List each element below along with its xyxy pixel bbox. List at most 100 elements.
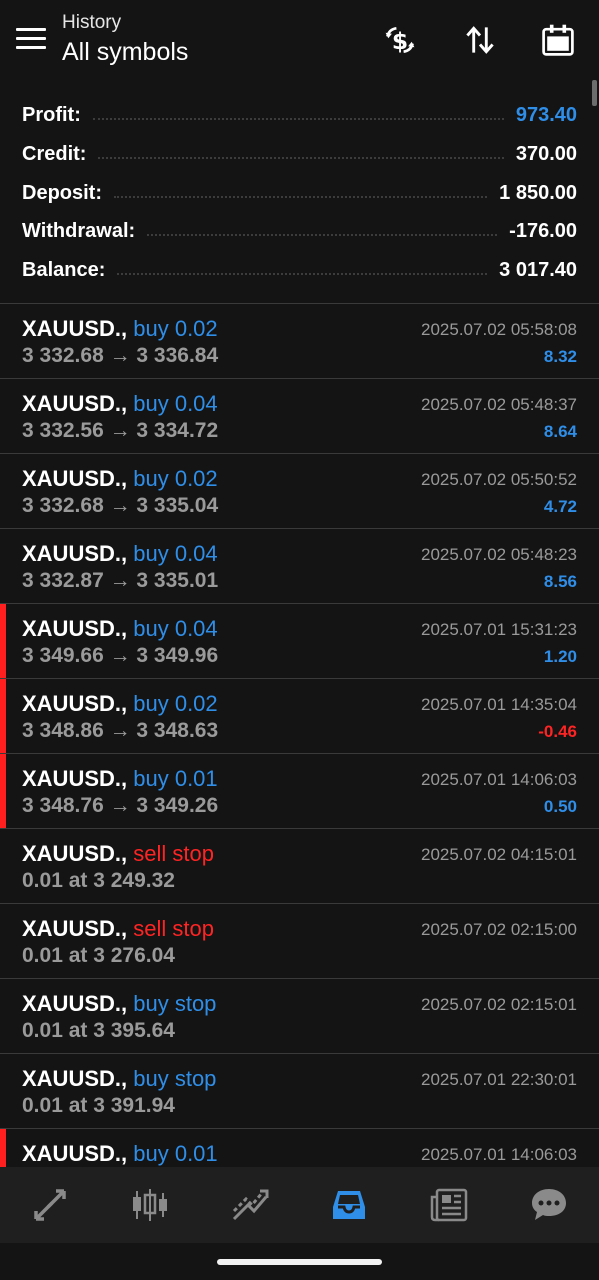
profit-value: 0.50 <box>543 797 577 816</box>
history-row[interactable]: XAUUSD., buy 0.02 3 332.68 → 3 335.04 2025… <box>0 454 599 529</box>
symbol-name: XAUUSD., <box>22 841 128 866</box>
symbol-name: XAUUSD., <box>22 991 128 1016</box>
row-title: XAUUSD., buy stop <box>22 1066 216 1092</box>
dotted-leader <box>92 118 504 120</box>
row-title: XAUUSD., buy 0.02 <box>22 316 218 342</box>
history-row[interactable]: XAUUSD., buy stop 0.01 at 3 391.94 2025.07… <box>0 1054 599 1129</box>
row-title: XAUUSD., buy 0.02 <box>22 466 218 492</box>
loss-marker <box>0 754 6 828</box>
symbol-name: XAUUSD., <box>22 391 128 416</box>
timestamp: 2025.07.01 15:31:23 <box>421 620 577 639</box>
timestamp: 2025.07.01 22:30:01 <box>421 1070 577 1089</box>
price-info: 3 332.87 → 3 335.01 <box>22 569 219 592</box>
order-type: buy 0.04 <box>133 391 218 416</box>
loss-marker <box>0 604 6 678</box>
price-info: 3 332.68 → 3 336.84 <box>22 344 219 367</box>
order-type: sell stop <box>133 916 214 941</box>
price-info: 0.01 at 3 391.94 <box>22 1094 175 1117</box>
loss-marker <box>0 679 6 753</box>
symbol-name: XAUUSD., <box>22 1141 128 1166</box>
price-info: 3 332.56 → 3 334.72 <box>22 419 219 442</box>
order-type: buy 0.04 <box>133 541 218 566</box>
timestamp: 2025.07.02 05:58:08 <box>421 320 577 339</box>
withdrawal-value: -176.00 <box>509 219 577 242</box>
summary-profit: Profit: 973.40 <box>22 100 577 130</box>
profit-value: 8.32 <box>543 347 577 366</box>
row-title: XAUUSD., sell stop <box>22 841 214 867</box>
profit-value: 4.72 <box>543 497 577 516</box>
history-icon[interactable] <box>319 1175 379 1235</box>
symbol-name: XAUUSD., <box>22 316 128 341</box>
symbol-name: XAUUSD., <box>22 616 128 641</box>
timestamp: 2025.07.01 14:06:03 <box>421 770 577 789</box>
order-type: buy 0.02 <box>133 316 218 341</box>
currency-exchange-icon[interactable]: $ <box>380 20 420 60</box>
price-info: 0.01 at 3 395.64 <box>22 1019 175 1042</box>
row-title: XAUUSD., sell stop <box>22 916 214 942</box>
deposit-value: 1 850.00 <box>499 181 577 204</box>
row-title: XAUUSD., buy 0.04 <box>22 541 218 567</box>
timestamp: 2025.07.02 05:48:23 <box>421 545 577 564</box>
bottom-navigation <box>0 1167 599 1243</box>
balance-label: Balance: <box>22 258 106 281</box>
dotted-leader <box>147 234 498 236</box>
scrollbar[interactable] <box>592 80 597 106</box>
menu-icon[interactable] <box>16 28 46 50</box>
chart-icon[interactable] <box>120 1175 180 1235</box>
system-navigation-bar <box>0 1243 599 1280</box>
sort-icon[interactable] <box>460 20 500 60</box>
quotes-icon[interactable] <box>20 1175 80 1235</box>
history-row[interactable]: XAUUSD., buy 0.02 3 332.68 → 3 336.84 2025… <box>0 304 599 379</box>
trade-icon[interactable] <box>220 1175 280 1235</box>
symbol-name: XAUUSD., <box>22 541 128 566</box>
timestamp: 2025.07.02 02:15:01 <box>421 995 577 1014</box>
symbol-name: XAUUSD., <box>22 916 128 941</box>
row-title: XAUUSD., buy 0.04 <box>22 391 218 417</box>
history-list[interactable]: XAUUSD., buy 0.02 3 332.68 → 3 336.84 2025… <box>0 303 599 1168</box>
order-type: buy 0.01 <box>133 766 218 791</box>
history-row[interactable]: XAUUSD., buy 0.04 3 349.66 → 3 349.96 2025… <box>0 604 599 679</box>
news-icon[interactable] <box>419 1175 479 1235</box>
symbol-name: XAUUSD., <box>22 1066 128 1091</box>
profit-label: Profit: <box>22 103 81 126</box>
withdrawal-label: Withdrawal: <box>22 219 136 242</box>
order-type: buy 0.02 <box>133 691 218 716</box>
price-info: 0.01 at 3 249.32 <box>22 869 175 892</box>
symbol-name: XAUUSD., <box>22 766 128 791</box>
order-type: buy 0.02 <box>133 466 218 491</box>
symbol-filter[interactable]: All symbols <box>62 38 188 67</box>
credit-label: Credit: <box>22 142 87 165</box>
summary-withdrawal: Withdrawal: -176.00 <box>22 216 577 246</box>
profit-value: 1.20 <box>543 647 577 666</box>
price-info: 3 349.66 → 3 349.96 <box>22 644 219 667</box>
dotted-leader <box>117 273 488 275</box>
order-type: buy stop <box>133 991 217 1016</box>
timestamp: 2025.07.02 04:15:01 <box>421 845 577 864</box>
order-type: buy 0.01 <box>133 1141 218 1166</box>
timestamp: 2025.07.02 05:48:37 <box>421 395 577 414</box>
history-row[interactable]: XAUUSD., buy 0.04 3 332.56 → 3 334.72 2025… <box>0 379 599 454</box>
deposit-label: Deposit: <box>22 181 102 204</box>
row-title: XAUUSD., buy 0.04 <box>22 616 218 642</box>
calendar-icon[interactable] <box>538 20 578 60</box>
history-row[interactable]: XAUUSD., buy 0.01 3 348.76 → 3 349.26 2025… <box>0 754 599 829</box>
profit-value: -0.46 <box>538 722 577 741</box>
history-row[interactable]: XAUUSD., buy 0.02 3 348.86 → 3 348.63 2025… <box>0 679 599 754</box>
order-type: buy 0.04 <box>133 616 218 641</box>
dotted-leader <box>114 196 488 198</box>
messages-icon[interactable] <box>519 1175 579 1235</box>
page-subtitle: History <box>62 12 122 33</box>
order-type: sell stop <box>133 841 214 866</box>
profit-value: 973.40 <box>515 103 577 126</box>
history-row[interactable]: XAUUSD., sell stop 0.01 at 3 276.04 2025.0… <box>0 904 599 979</box>
home-indicator[interactable] <box>217 1259 382 1265</box>
profit-value: 8.64 <box>543 422 577 441</box>
top-app-bar: History All symbols $ <box>0 0 599 80</box>
dotted-leader <box>98 157 504 159</box>
history-row[interactable]: XAUUSD., sell stop 0.01 at 3 249.32 2025.0… <box>0 829 599 904</box>
price-info: 3 348.76 → 3 349.26 <box>22 794 219 817</box>
history-row[interactable]: XAUUSD., buy 0.01 2025.07.01 14:06:03 <box>0 1129 599 1168</box>
history-row[interactable]: XAUUSD., buy 0.04 3 332.87 → 3 335.01 2025… <box>0 529 599 604</box>
summary-credit: Credit: 370.00 <box>22 139 577 169</box>
history-row[interactable]: XAUUSD., buy stop 0.01 at 3 395.64 2025.07… <box>0 979 599 1054</box>
